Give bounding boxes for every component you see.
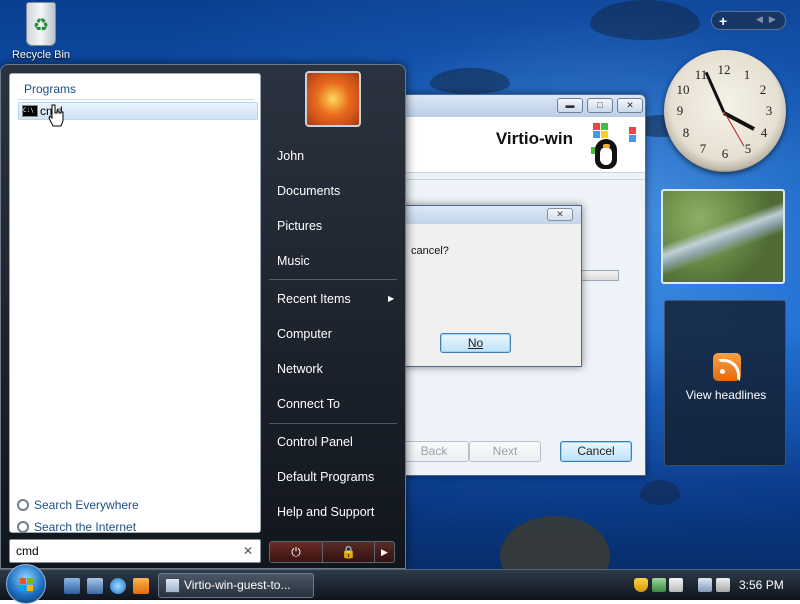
start-menu-left-pane: Programs C:\ cmd Search Everywhere Searc… bbox=[9, 73, 261, 534]
media-player-icon[interactable] bbox=[133, 578, 149, 594]
lock-icon[interactable]: 🔒 bbox=[322, 542, 374, 562]
recent-items-link[interactable]: Recent Items bbox=[277, 292, 351, 306]
installer-brand: Virtio-win bbox=[495, 129, 573, 148]
submenu-arrow-icon: ▶ bbox=[388, 294, 395, 303]
command-prompt-icon: C:\ bbox=[22, 105, 38, 117]
switch-windows-icon[interactable] bbox=[87, 578, 103, 594]
taskbar: Virtio-win-guest-to... 3:56 PM bbox=[0, 564, 800, 604]
search-everywhere-link[interactable]: Search Everywhere bbox=[17, 498, 139, 512]
programs-header: Programs bbox=[24, 82, 77, 96]
taskbar-installer-label: Virtio-win-guest-to... bbox=[184, 578, 291, 592]
search-internet-link[interactable]: Search the Internet bbox=[17, 520, 136, 534]
slideshow-gadget[interactable] bbox=[661, 189, 785, 284]
penguin-logo-icon bbox=[589, 135, 623, 171]
windows-flag-icon bbox=[20, 578, 34, 592]
add-gadget-icon[interactable]: + bbox=[719, 12, 727, 30]
windows-update-icon[interactable] bbox=[652, 578, 666, 592]
start-menu[interactable]: Programs C:\ cmd Search Everywhere Searc… bbox=[0, 64, 406, 569]
no-button[interactable]: No bbox=[440, 333, 511, 353]
cancel-button[interactable]: Cancel bbox=[560, 441, 632, 462]
dialog-titlebar[interactable]: ✕ bbox=[391, 206, 581, 224]
recycle-bin[interactable]: Recycle Bin bbox=[8, 2, 74, 61]
arrow-right-icon[interactable]: ▶ bbox=[374, 542, 394, 562]
security-center-icon[interactable] bbox=[669, 578, 683, 592]
recycle-bin-icon bbox=[26, 2, 56, 46]
default-programs-link[interactable]: Default Programs bbox=[277, 470, 374, 484]
programs-divider bbox=[18, 99, 254, 100]
maximize-icon[interactable]: □ bbox=[587, 98, 613, 113]
close-icon[interactable]: ✕ bbox=[617, 98, 643, 113]
sidebar-controls: + ◀▶ bbox=[711, 11, 786, 30]
minimize-icon[interactable]: ▬ bbox=[557, 98, 583, 113]
volume-muted-icon[interactable] bbox=[716, 578, 730, 592]
network-icon[interactable] bbox=[698, 578, 712, 592]
control-panel-link[interactable]: Control Panel bbox=[277, 435, 353, 449]
user-picture[interactable] bbox=[305, 71, 361, 127]
confirm-dialog[interactable]: ✕ cancel? No bbox=[390, 205, 582, 367]
installer-divider bbox=[393, 179, 645, 180]
help-support-link[interactable]: Help and Support bbox=[277, 505, 374, 519]
clock-gadget[interactable]: 12 1 2 3 4 5 6 7 8 9 10 11 bbox=[664, 50, 786, 172]
network-link[interactable]: Network bbox=[277, 362, 323, 376]
background-fish bbox=[640, 480, 680, 505]
installer-app-icon bbox=[165, 578, 180, 593]
installer-banner: Virtio-win bbox=[393, 117, 645, 173]
background-fish bbox=[590, 0, 700, 40]
back-button[interactable]: Back bbox=[399, 441, 469, 462]
gadget-nav-arrows-icon[interactable]: ◀▶ bbox=[756, 14, 782, 25]
hand-cursor-icon bbox=[48, 104, 64, 127]
power-controls: ⏻ 🔒 ▶ bbox=[269, 541, 395, 563]
security-shield-icon[interactable] bbox=[634, 578, 648, 592]
user-name-link[interactable]: John bbox=[277, 149, 304, 163]
show-desktop-icon[interactable] bbox=[64, 578, 80, 594]
dialog-message: cancel? bbox=[411, 245, 449, 257]
view-headlines-label[interactable]: View headlines bbox=[665, 388, 787, 402]
taskbar-clock[interactable]: 3:56 PM bbox=[739, 578, 784, 592]
background-fish bbox=[430, 68, 510, 94]
music-link[interactable]: Music bbox=[277, 254, 310, 268]
clear-search-icon[interactable]: ✕ bbox=[243, 544, 253, 558]
computer-link[interactable]: Computer bbox=[277, 327, 332, 341]
taskbar-installer-button[interactable]: Virtio-win-guest-to... bbox=[158, 573, 314, 598]
internet-explorer-icon[interactable] bbox=[110, 578, 126, 594]
start-search-box[interactable]: ✕ bbox=[9, 539, 261, 563]
feed-headlines-gadget[interactable]: View headlines bbox=[664, 300, 786, 466]
start-search-input[interactable] bbox=[14, 543, 234, 559]
dialog-close-icon[interactable]: ✕ bbox=[547, 208, 573, 221]
menu-separator bbox=[269, 423, 397, 424]
next-button[interactable]: Next bbox=[469, 441, 541, 462]
power-icon[interactable]: ⏻ bbox=[270, 542, 322, 562]
menu-separator bbox=[269, 279, 397, 280]
rss-icon bbox=[713, 353, 741, 381]
connect-to-link[interactable]: Connect To bbox=[277, 397, 340, 411]
recycle-bin-label: Recycle Bin bbox=[11, 49, 71, 61]
search-icon bbox=[17, 521, 29, 533]
documents-link[interactable]: Documents bbox=[277, 184, 340, 198]
clock-hour-hand bbox=[723, 111, 755, 131]
pictures-link[interactable]: Pictures bbox=[277, 219, 322, 233]
installer-titlebar[interactable]: ▬ □ ✕ bbox=[393, 95, 645, 117]
search-icon bbox=[17, 499, 29, 511]
start-button[interactable] bbox=[6, 564, 46, 604]
